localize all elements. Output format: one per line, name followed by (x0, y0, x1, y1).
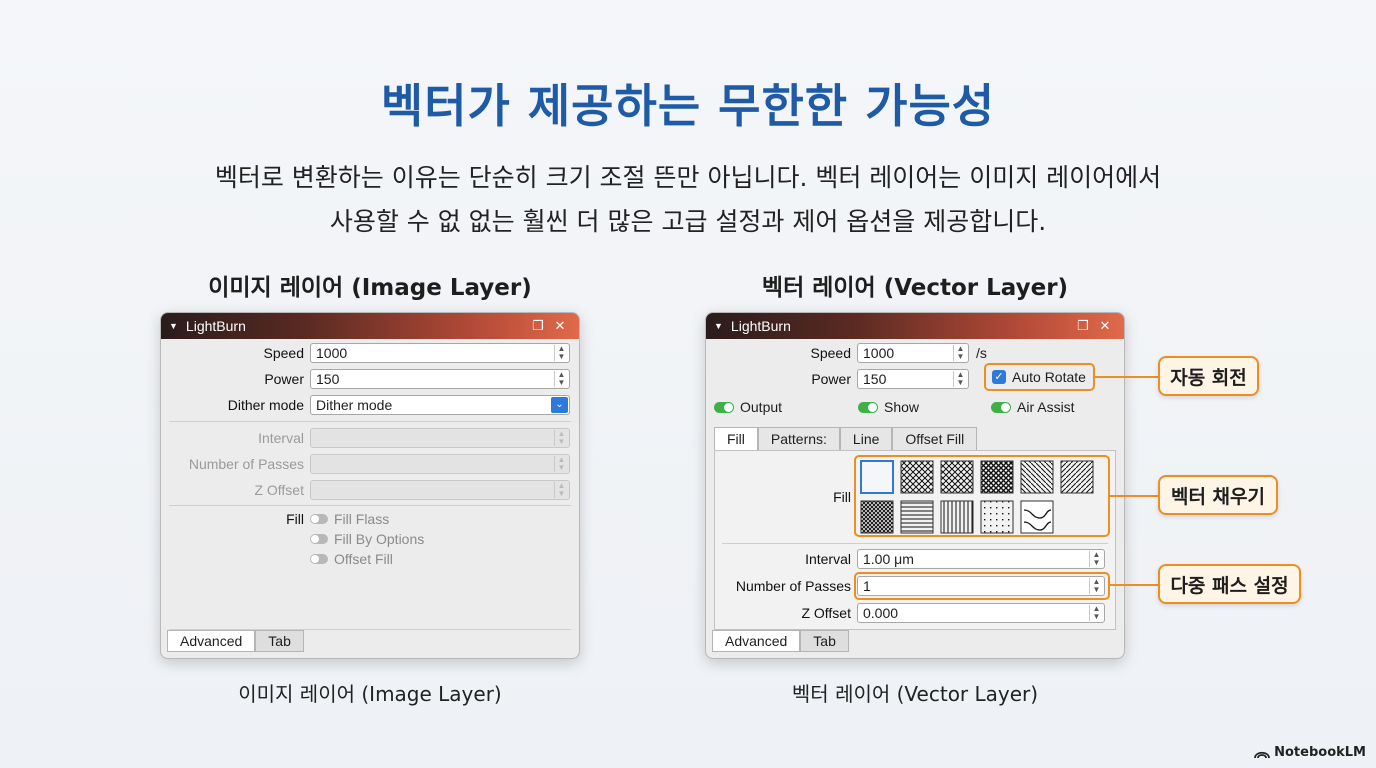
power-input[interactable]: 150 ▲ ▼ (310, 369, 570, 389)
tab-advanced[interactable]: Advanced (712, 630, 801, 652)
fill-pattern-crosshatch-2 (940, 460, 974, 494)
spinner-icon: ▲ ▼ (554, 430, 568, 446)
interval-input: ▲ ▼ (310, 428, 570, 448)
toggle-off-icon[interactable] (310, 534, 328, 544)
page-subtitle: 벡터로 변환하는 이유는 단순히 크기 조절 뜬만 아닙니다. 벡터 레이어는 … (0, 156, 1376, 244)
speed-label: Speed (263, 345, 304, 361)
passes-highlight (854, 572, 1110, 600)
dither-mode-value: Dither mode (316, 397, 393, 413)
passes-input: ▲ ▼ (310, 454, 570, 474)
callout-connector (1108, 495, 1158, 497)
interval-label: Interval (805, 551, 851, 567)
restore-icon[interactable]: ❐ (527, 318, 549, 334)
collapse-icon[interactable]: ▼ (169, 321, 178, 331)
z-offset-label: Z Offset (254, 482, 304, 498)
fill-pattern-diagonal-right (1060, 460, 1094, 494)
toggle-off-icon[interactable] (310, 514, 328, 524)
power-label: Power (264, 371, 304, 387)
brand-label: NotebookLM (1274, 745, 1366, 760)
dither-mode-select[interactable]: Dither mode ⌄ (310, 395, 570, 415)
passes-label: Number of Passes (188, 456, 304, 472)
toggle-off-icon[interactable] (310, 554, 328, 564)
fill-option-label: Fill Flass (334, 511, 390, 527)
z-offset-input[interactable]: 0.000 ▲ ▼ (857, 603, 1105, 623)
fill-pattern-dense-crosshatch (860, 500, 894, 534)
vector-layer-heading: 벡터 레이어 (Vector Layer) (761, 275, 1069, 301)
fill-option-2[interactable]: Fill By Options (310, 531, 424, 547)
window-titlebar[interactable]: ▼ LightBurn ❐ ✕ (161, 313, 579, 339)
fill-option-1[interactable]: Fill Flass (310, 511, 389, 527)
dither-mode-label: Dither mode (227, 397, 304, 413)
z-offset-value: 0.000 (863, 605, 899, 621)
close-icon[interactable]: ✕ (549, 318, 571, 334)
spinner-icon[interactable]: ▲ ▼ (554, 371, 568, 387)
interval-input[interactable]: 1.00 μm ▲ ▼ (857, 549, 1105, 569)
fill-pattern-vertical (940, 500, 974, 534)
passes-label: Number of Passes (735, 578, 851, 594)
divider (722, 543, 1108, 544)
divider (169, 505, 571, 506)
notebooklm-logo-icon (1254, 751, 1271, 758)
window-title: LightBurn (185, 318, 246, 334)
tab-tab[interactable]: Tab (255, 630, 304, 652)
vector-layer-window: ▼ LightBurn ❐ ✕ Speed 1000 ▲ ▼ /s Power 1… (705, 312, 1125, 659)
fill-option-3[interactable]: Offset Fill (310, 551, 393, 567)
spinner-icon: ▲ ▼ (554, 482, 568, 498)
notebooklm-brand: NotebookLM (1254, 745, 1366, 760)
tab-tab[interactable]: Tab (800, 630, 849, 652)
image-layer-caption: 이미지 레이어 (Image Layer) (238, 682, 502, 706)
page-title: 벡터가 제공하는 무한한 가능성 (380, 79, 996, 133)
interval-value: 1.00 μm (863, 551, 914, 567)
subtitle-line-2: 사용할 수 없 없는 훨씬 더 많은 고급 설정과 제어 옵션을 제공합니다. (329, 207, 1047, 236)
callout-vector-fill: 벡터 채우기 (1158, 475, 1278, 515)
subtitle-line-1: 벡터로 변환하는 이유는 단순히 크기 조절 뜬만 아닙니다. 벡터 레이어는 … (214, 163, 1162, 192)
divider (169, 421, 571, 422)
callout-connector (1108, 584, 1158, 586)
speed-input[interactable]: 1000 ▲ ▼ (310, 343, 570, 363)
fill-label: Fill (286, 511, 304, 527)
spinner-icon[interactable]: ▲ ▼ (1089, 605, 1103, 621)
fill-pattern-dots (980, 500, 1014, 534)
callout-connector (1094, 376, 1158, 378)
fill-pattern-grid (980, 460, 1014, 494)
vector-layer-caption: 벡터 레이어 (Vector Layer) (791, 682, 1039, 706)
power-value: 150 (316, 371, 340, 387)
fill-pattern-solid (860, 460, 894, 494)
spinner-icon[interactable]: ▲ ▼ (1089, 551, 1103, 567)
image-layer-heading: 이미지 레이어 (Image Layer) (208, 275, 532, 301)
z-offset-input: ▲ ▼ (310, 480, 570, 500)
tab-advanced[interactable]: Advanced (167, 630, 256, 652)
callout-multi-pass: 다중 패스 설정 (1158, 564, 1301, 604)
bottom-tabs: Advanced Tab (167, 630, 304, 652)
callout-auto-rotate: 자동 회전 (1158, 356, 1259, 396)
image-layer-window: ▼ LightBurn ❐ ✕ Speed 1000 ▲ ▼ Power 150 … (160, 312, 580, 659)
interval-label: Interval (258, 430, 304, 446)
fill-pattern-diagonal-left (1020, 460, 1054, 494)
chevron-down-icon[interactable]: ⌄ (551, 397, 568, 413)
fill-option-label: Offset Fill (334, 551, 393, 567)
z-offset-label: Z Offset (801, 605, 851, 621)
fill-pattern-horizontal (900, 500, 934, 534)
spinner-icon[interactable]: ▲ ▼ (554, 345, 568, 361)
speed-value: 1000 (316, 345, 348, 361)
fill-option-label: Fill By Options (334, 531, 425, 547)
spinner-icon: ▲ ▼ (554, 456, 568, 472)
bottom-tabs: Advanced Tab (712, 630, 849, 652)
fill-pattern-crosshatch (900, 460, 934, 494)
